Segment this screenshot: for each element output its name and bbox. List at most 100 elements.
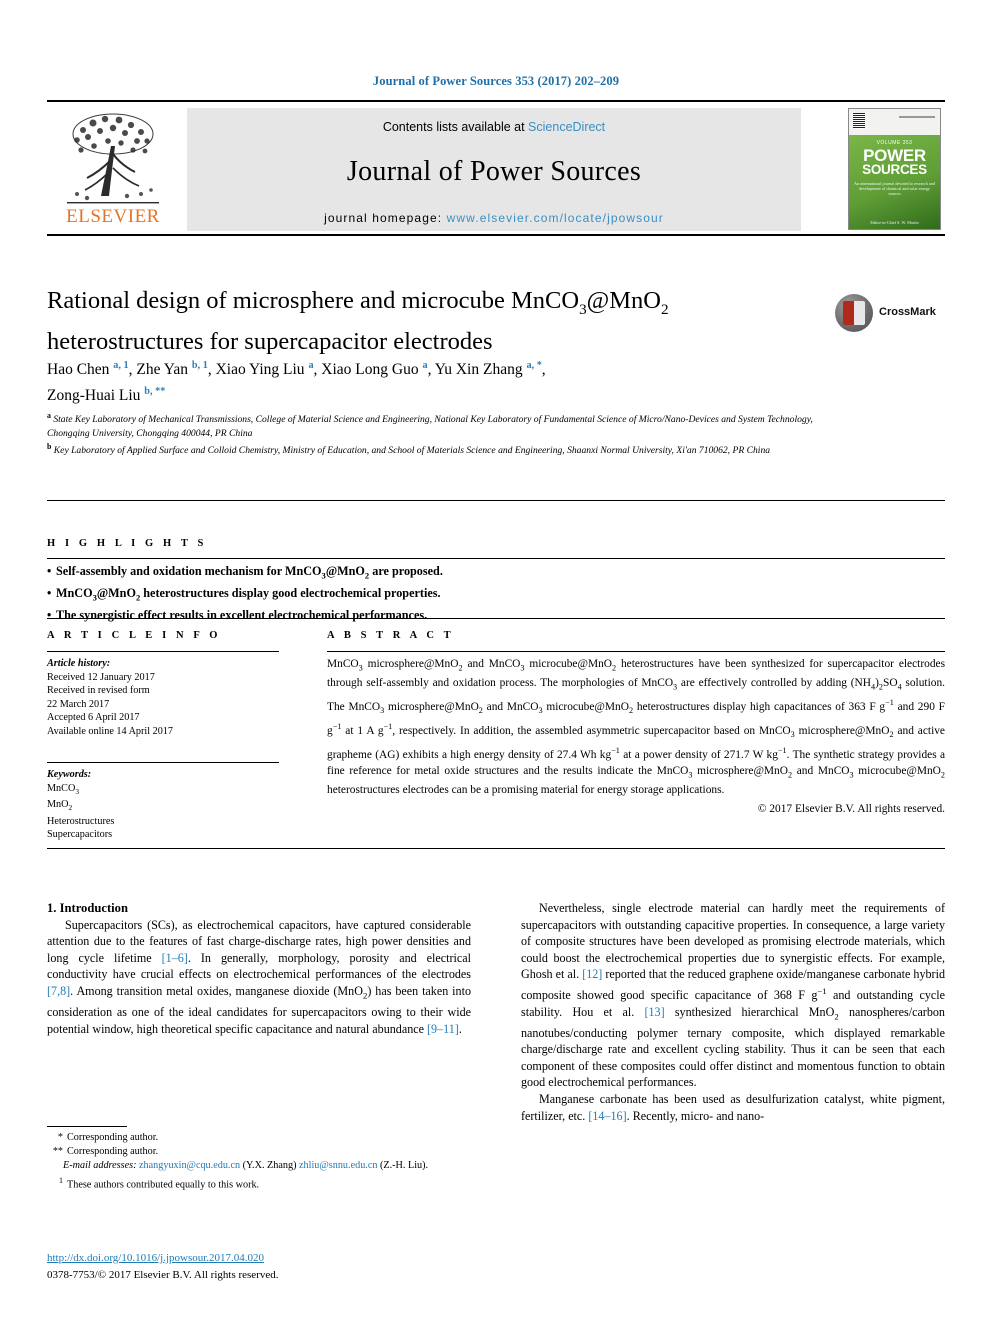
highlight-pre: MnCO xyxy=(56,585,93,600)
text-run: microsphere@MnO xyxy=(692,764,788,777)
author-sep: , xyxy=(541,361,546,379)
author-name: Zhe Yan xyxy=(136,361,192,379)
author-entry: Yu Xin Zhang a, *, xyxy=(434,360,546,379)
keyword-item: Supercapacitors xyxy=(47,828,287,842)
text-run: . Recently, micro- and nano- xyxy=(626,1108,765,1123)
abstract-rule xyxy=(327,651,945,652)
email-label: E-mail addresses: xyxy=(63,1160,137,1172)
affiliation-mark: a xyxy=(47,411,51,420)
unit-superscript: −1 xyxy=(777,745,787,755)
bullet-icon: • xyxy=(47,585,52,600)
title-part-1: Rational design of microsphere and micro… xyxy=(47,287,580,314)
text-run: heterostructures display high capacitanc… xyxy=(633,700,886,713)
homepage-url[interactable]: www.elsevier.com/locate/jpowsour xyxy=(447,211,664,225)
footnote-mark: * xyxy=(57,1132,63,1143)
contents-prefix: Contents lists available at xyxy=(382,120,529,134)
text-run: , respectively. In addition, the assembl… xyxy=(392,724,791,737)
citation-link[interactable]: [14–16] xyxy=(588,1109,626,1123)
highlights-rule xyxy=(47,558,945,559)
unit-superscript: −1 xyxy=(885,698,894,708)
author-name: Xiao Ying Liu xyxy=(215,361,309,379)
keywords-rule xyxy=(47,762,279,763)
footnote-text: Corresponding author. xyxy=(67,1146,159,1158)
author-entry: Xiao Long Guo a, xyxy=(321,360,434,379)
keyword-base: Heterostructures xyxy=(47,815,115,827)
text-run: microcube@MnO xyxy=(524,658,613,670)
title-sub-1: 3 xyxy=(579,300,587,318)
cover-top-rule xyxy=(899,116,935,118)
author-name: Hao Chen xyxy=(47,361,114,379)
author-name: Yu Xin Zhang xyxy=(434,361,527,379)
unit-superscript: −1 xyxy=(817,985,827,996)
body-paragraph: Manganese carbonate has been used as des… xyxy=(521,1091,945,1124)
author-entry: Hao Chen a, 1, xyxy=(47,360,136,379)
text-run: microcube@MnO xyxy=(853,764,941,777)
title-sub-2: 2 xyxy=(660,300,669,318)
journal-cover-thumbnail: VOLUME 353 POWER SOURCES An internationa… xyxy=(848,108,941,230)
author-entry: Zong-Huai Liu b, ** xyxy=(47,386,165,405)
text-run: at a power density of 271.7 W kg xyxy=(619,748,778,761)
text-run: microsphere@MnO xyxy=(794,724,890,737)
text-run: and MnCO xyxy=(482,700,539,713)
divider-above-body xyxy=(47,848,945,849)
text-run: microsphere@MnO xyxy=(384,700,479,713)
elsevier-tree-icon xyxy=(67,113,159,204)
issn-copyright: 0378-7753/© 2017 Elsevier B.V. All right… xyxy=(47,1269,279,1281)
email-link-1[interactable]: zhangyuxin@cqu.edu.cn xyxy=(139,1160,240,1171)
author-marks[interactable]: b, ** xyxy=(144,386,165,397)
author-entry: Xiao Ying Liu a, xyxy=(215,360,322,379)
author-marks[interactable]: a, 1 xyxy=(113,360,128,371)
text-run: heterostructures electrodes can be a pro… xyxy=(327,783,725,796)
sciencedirect-link[interactable]: ScienceDirect xyxy=(528,120,605,134)
history-line: 22 March 2017 xyxy=(47,698,110,710)
abstract-heading: A B S T R A C T xyxy=(327,630,455,641)
article-info-rule xyxy=(47,651,279,652)
keywords-block: Keywords: MnCO3 MnO2 Heterostructures Su… xyxy=(47,768,287,842)
history-line: Received 12 January 2017 xyxy=(47,671,155,683)
title-part-2: @MnO xyxy=(586,287,661,314)
author-name: Xiao Long Guo xyxy=(321,361,423,379)
running-head: Journal of Power Sources 353 (2017) 202–… xyxy=(372,74,620,88)
citation-link[interactable]: [7,8] xyxy=(47,984,70,998)
footnote-corresponding-1: * Corresponding author. xyxy=(47,1131,471,1145)
bullet-icon: • xyxy=(47,564,52,578)
footnote-equal-contribution: 1 These authors contributed equally to th… xyxy=(47,1174,471,1193)
highlight-post: heterostructures display good electroche… xyxy=(140,585,441,600)
citation-link[interactable]: [1–6] xyxy=(162,951,188,965)
cover-barcode-icon xyxy=(853,113,865,129)
keyword-base: Supercapacitors xyxy=(47,829,113,841)
cover-volume-line: VOLUME 353 xyxy=(876,140,913,146)
keyword-item: MnO2 xyxy=(47,798,287,815)
highlight-item: • Self-assembly and oxidation mechanism f… xyxy=(47,563,945,585)
highlights-list: • Self-assembly and oxidation mechanism f… xyxy=(47,563,945,624)
cover-green-panel: VOLUME 353 POWER SOURCES An internationa… xyxy=(849,135,940,229)
crossmark-badge[interactable]: CrossMark xyxy=(835,294,945,334)
body-paragraph: Supercapacitors (SCs), as electrochemica… xyxy=(47,917,471,1038)
footnote-corresponding-2: ** Corresponding author. xyxy=(47,1145,471,1159)
email-link-2[interactable]: zhliu@snnu.edu.cn xyxy=(299,1160,377,1171)
text-run: microsphere@MnO xyxy=(362,658,459,670)
chem-subscript: 2 xyxy=(940,769,946,779)
divider-above-article-info xyxy=(47,618,945,619)
text-run: synthesized hierarchical MnO xyxy=(664,1004,835,1019)
citation-link[interactable]: [9–11] xyxy=(427,1022,459,1036)
citation-link[interactable]: [12] xyxy=(582,967,602,981)
elsevier-logo: ELSEVIER xyxy=(51,108,175,230)
affiliation-text: Key Laboratory of Applied Surface and Co… xyxy=(53,445,771,457)
unit-superscript: −1 xyxy=(611,745,620,755)
keywords-label: Keywords: xyxy=(47,769,92,780)
doi-link[interactable]: http://dx.doi.org/10.1016/j.jpowsour.201… xyxy=(47,1252,264,1264)
author-list: Hao Chen a, 1, Zhe Yan b, 1, Xiao Ying L… xyxy=(47,355,827,407)
author-marks[interactable]: a, * xyxy=(526,360,541,371)
article-history: Article history: Received 12 January 201… xyxy=(47,657,287,739)
author-marks[interactable]: b, 1 xyxy=(192,360,208,371)
keyword-item: MnCO3 xyxy=(47,782,287,799)
highlight-post: are proposed. xyxy=(369,564,443,578)
footnote-block: * Corresponding author. ** Corresponding a… xyxy=(47,1131,471,1192)
citation-link[interactable]: [13] xyxy=(644,1005,664,1019)
author-name: Zong-Huai Liu xyxy=(47,387,145,405)
highlights-heading: H I G H L I G H T S xyxy=(47,538,207,549)
affiliation-item: b Key Laboratory of Applied Surface and … xyxy=(47,440,847,458)
paper-page: Journal of Power Sources 353 (2017) 202–… xyxy=(0,0,992,1323)
highlight-item: • The synergistic effect results in excel… xyxy=(47,607,945,625)
